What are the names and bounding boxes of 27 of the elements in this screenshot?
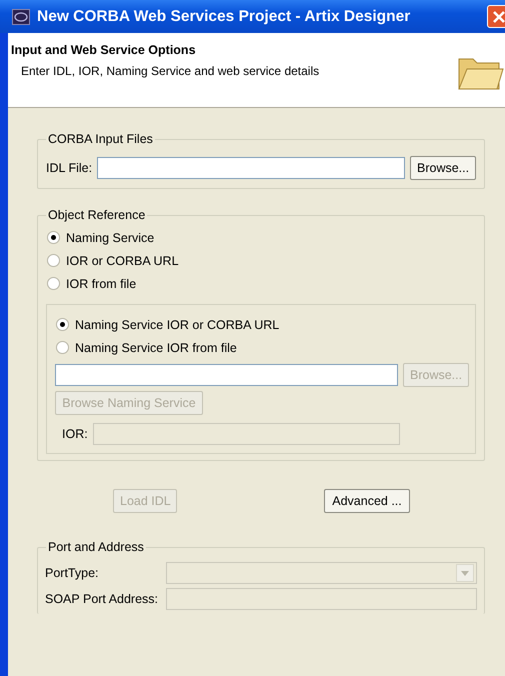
app-icon [12,8,30,24]
group-title: Object Reference [46,208,148,222]
radio-label[interactable]: Naming Service IOR or CORBA URL [75,318,280,332]
radio-button[interactable] [56,318,69,331]
close-button[interactable] [487,5,505,28]
field-label: IOR: [62,427,88,441]
page-title: Input and Web Service Options [11,43,197,57]
radio-button[interactable] [47,277,60,290]
radio-button[interactable] [47,254,60,267]
radio-button[interactable] [47,231,60,244]
radio-label[interactable]: IOR from file [66,276,136,290]
radio-label[interactable]: Naming Service [66,230,154,244]
close-icon [492,10,505,24]
field-label: IDL File: [46,161,92,175]
button[interactable]: Browse... [410,156,476,180]
radio-label[interactable]: Naming Service IOR from file [75,340,237,354]
window-title: New CORBA Web Services Project - Artix Designer [37,8,412,26]
page-description: Enter IDL, IOR, Naming Service and web service details [21,64,320,78]
field-label: SOAP Port Address: [45,592,160,606]
radio-button[interactable] [56,341,69,354]
radio-label[interactable]: IOR or CORBA URL [66,254,179,268]
field-label: PortType: [45,566,100,580]
input-field[interactable] [55,364,398,386]
button[interactable]: Advanced ... [324,489,410,513]
input-field[interactable] [97,157,405,179]
group-title: CORBA Input Files [46,132,155,146]
group-title: Port and Address [46,540,146,554]
